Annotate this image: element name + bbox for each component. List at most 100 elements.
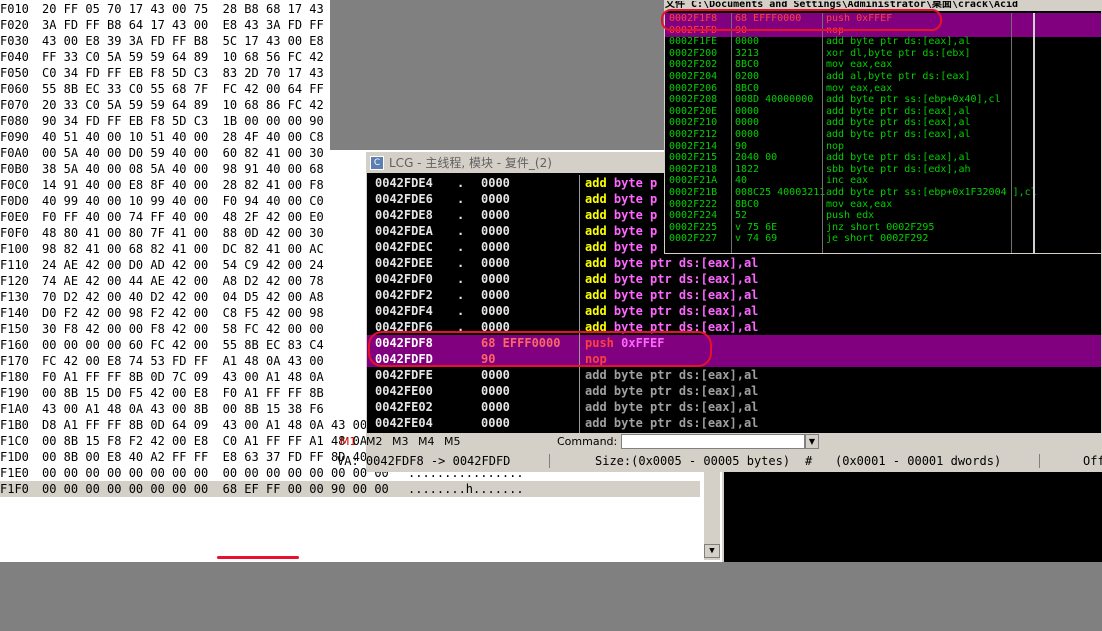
hex-bytes: 24 AE 42 00 D0 AD 42 00 54 C9 42 00 24 xyxy=(42,258,324,272)
code-opcode: add xyxy=(585,256,607,270)
hex-address: F180 xyxy=(0,370,29,384)
file-instruction: mov eax,eax xyxy=(826,82,893,94)
file-hex: 1822 xyxy=(735,163,760,175)
scroll-down-arrow-icon[interactable]: ▼ xyxy=(704,544,720,558)
code-instruction: add byte p xyxy=(585,223,657,239)
hex-address: F0B0 xyxy=(0,162,29,176)
code-row[interactable]: 0042FDFE 0000 add byte ptr ds:[eax],al xyxy=(367,367,1101,383)
code-hex: 0000 xyxy=(481,240,510,254)
code-row[interactable]: 0042FDEE. 0000 add byte ptr ds:[eax],al xyxy=(367,255,1101,271)
hex-bytes: 3A FD FF B8 64 17 43 00 E8 43 3A FD FF xyxy=(42,18,324,32)
code-address: 0042FDF6 xyxy=(375,320,433,334)
column-separator xyxy=(731,13,732,253)
hex-address: F070 xyxy=(0,98,29,112)
code-row[interactable]: 0042FDF0. 0000 add byte ptr ds:[eax],al xyxy=(367,271,1101,287)
code-hex: 0000 xyxy=(481,368,510,382)
hex-address: F170 xyxy=(0,354,29,368)
file-hex: v 75 6E xyxy=(735,221,778,233)
hex-bytes: 00 8B 00 E8 40 A2 FF FF E8 63 37 FD FF 8… xyxy=(42,450,389,464)
hex-address: F140 xyxy=(0,306,29,320)
hex-bytes: 90 34 FD FF EB F8 5D C3 1B 00 00 00 90 xyxy=(42,114,324,128)
hex-bytes: 00 8B 15 D0 F5 42 00 E8 F0 A1 FF FF 8B xyxy=(42,386,324,400)
code-marker: . xyxy=(457,320,465,334)
code-address: 0042FDFE xyxy=(375,368,433,382)
code-operand: byte p xyxy=(606,224,658,238)
hex-address: F1D0 xyxy=(0,450,29,464)
code-address: 0042FDE4 xyxy=(375,176,433,190)
chevron-down-icon[interactable]: ▼ xyxy=(805,434,819,449)
hex-address: F110 xyxy=(0,258,29,272)
tab-m1[interactable]: M1 xyxy=(337,433,360,451)
code-row[interactable]: 0042FDF2. 0000 add byte ptr ds:[eax],al xyxy=(367,287,1101,303)
code-marker: . xyxy=(457,208,465,222)
code-row[interactable]: 0042FDF6. 0000 add byte ptr ds:[eax],al xyxy=(367,319,1101,335)
code-row[interactable]: 0042FE04 0000 add byte ptr ds:[eax],al xyxy=(367,415,1101,431)
code-operand: byte p xyxy=(606,208,658,222)
code-operand: byte ptr ds:[eax],al xyxy=(606,384,759,398)
hex-address: F0F0 xyxy=(0,226,29,240)
code-row[interactable]: 0042FDFD 90 nop xyxy=(367,351,1101,367)
hex-address: F020 xyxy=(0,18,29,32)
code-row[interactable]: 0042FE00 0000 add byte ptr ds:[eax],al xyxy=(367,383,1101,399)
command-label: Command: xyxy=(557,435,618,448)
hex-address: F040 xyxy=(0,50,29,64)
file-hex: 8BC0 xyxy=(735,82,760,94)
code-marker: . xyxy=(457,288,465,302)
file-hex: v 74 69 xyxy=(735,233,778,245)
file-instruction: jnz short 0002F295 xyxy=(826,221,935,233)
hex-bytes: 40 51 40 00 10 51 40 00 28 4F 40 00 C8 xyxy=(42,130,324,144)
code-opcode: add xyxy=(585,416,607,430)
code-row[interactable]: 0042FDF8 68 EFFF0000 push 0xFFEF xyxy=(367,335,1101,351)
code-address: 0042FDEA xyxy=(375,224,433,238)
code-instruction: add byte ptr ds:[eax],al xyxy=(585,367,758,383)
code-opcode: add xyxy=(585,288,607,302)
tab-m5[interactable]: M5 xyxy=(441,433,464,451)
code-row[interactable]: 0042FDF4. 0000 add byte ptr ds:[eax],al xyxy=(367,303,1101,319)
file-hex: 2040 00 xyxy=(735,152,778,164)
hex-bytes: 38 5A 40 00 08 5A 40 00 98 91 40 00 68 xyxy=(42,162,324,176)
tab-m2[interactable]: M2 xyxy=(363,433,386,451)
file-hex: 68 EFFF0000 xyxy=(735,13,802,24)
code-row[interactable]: 0042FE02 0000 add byte ptr ds:[eax],al xyxy=(367,399,1101,415)
command-input[interactable] xyxy=(621,434,805,449)
file-hex: 90 xyxy=(735,140,748,152)
code-opcode: nop xyxy=(585,352,607,366)
file-hex: 0000 xyxy=(735,117,760,129)
file-address: 0002F218 xyxy=(669,163,718,175)
hex-bytes: C0 34 FD FF EB F8 5D C3 83 2D 70 17 43 xyxy=(42,66,324,80)
tab-m3[interactable]: M3 xyxy=(389,433,412,451)
hex-address: F060 xyxy=(0,82,29,96)
hex-bytes: 55 8B EC 33 C0 55 68 7F FC 42 00 64 FF xyxy=(42,82,324,96)
file-instruction: mov eax,eax xyxy=(826,198,893,210)
code-instruction: nop xyxy=(585,351,607,367)
file-disassembly-window[interactable]: 文件 C:\Documents and Settings\Administrat… xyxy=(664,0,1102,254)
code-operand: byte p xyxy=(606,192,658,206)
hex-bytes: 74 AE 42 00 44 AE 42 00 A8 D2 42 00 78 xyxy=(42,274,324,288)
code-opcode: add xyxy=(585,224,607,238)
code-marker: . xyxy=(457,240,465,254)
hex-ascii: ........h....... xyxy=(408,482,524,496)
code-address: 0042FE00 xyxy=(375,384,433,398)
file-address: 0002F215 xyxy=(669,152,718,164)
desktop-background xyxy=(330,0,670,150)
code-opcode: add xyxy=(585,368,607,382)
code-hex: 0000 xyxy=(481,208,510,222)
file-address: 0002F21B xyxy=(669,187,718,198)
hex-bytes: 00 00 00 00 00 00 00 00 68 EF FF 00 00 9… xyxy=(42,482,389,496)
hex-bytes: D8 A1 FF FF 8B 0D 64 09 43 00 A1 48 0A 4… xyxy=(42,418,389,432)
file-address: 0002F212 xyxy=(669,129,718,140)
code-instruction: add byte ptr ds:[eax],al xyxy=(585,319,758,335)
file-address: 0002F1FE xyxy=(669,36,718,48)
code-address: 0042FDF8 xyxy=(375,336,433,350)
code-opcode: add xyxy=(585,272,607,286)
code-instruction: add byte p xyxy=(585,239,657,255)
hex-bytes: F0 A1 FF FF 8B 0D 7C 09 43 00 A1 48 0A xyxy=(42,370,324,384)
hex-address: F1C0 xyxy=(0,434,29,448)
code-address: 0042FE04 xyxy=(375,416,433,430)
file-instruction: je short 0002F292 xyxy=(826,233,929,245)
code-operand: byte ptr ds:[eax],al xyxy=(606,320,759,334)
hex-scrollbar[interactable]: ▼ xyxy=(703,465,720,560)
file-address: 0002F225 xyxy=(669,221,718,233)
hex-row[interactable]: F1F0 00 00 00 00 00 00 00 00 68 EF FF 00 … xyxy=(0,481,700,497)
tab-m4[interactable]: M4 xyxy=(415,433,438,451)
